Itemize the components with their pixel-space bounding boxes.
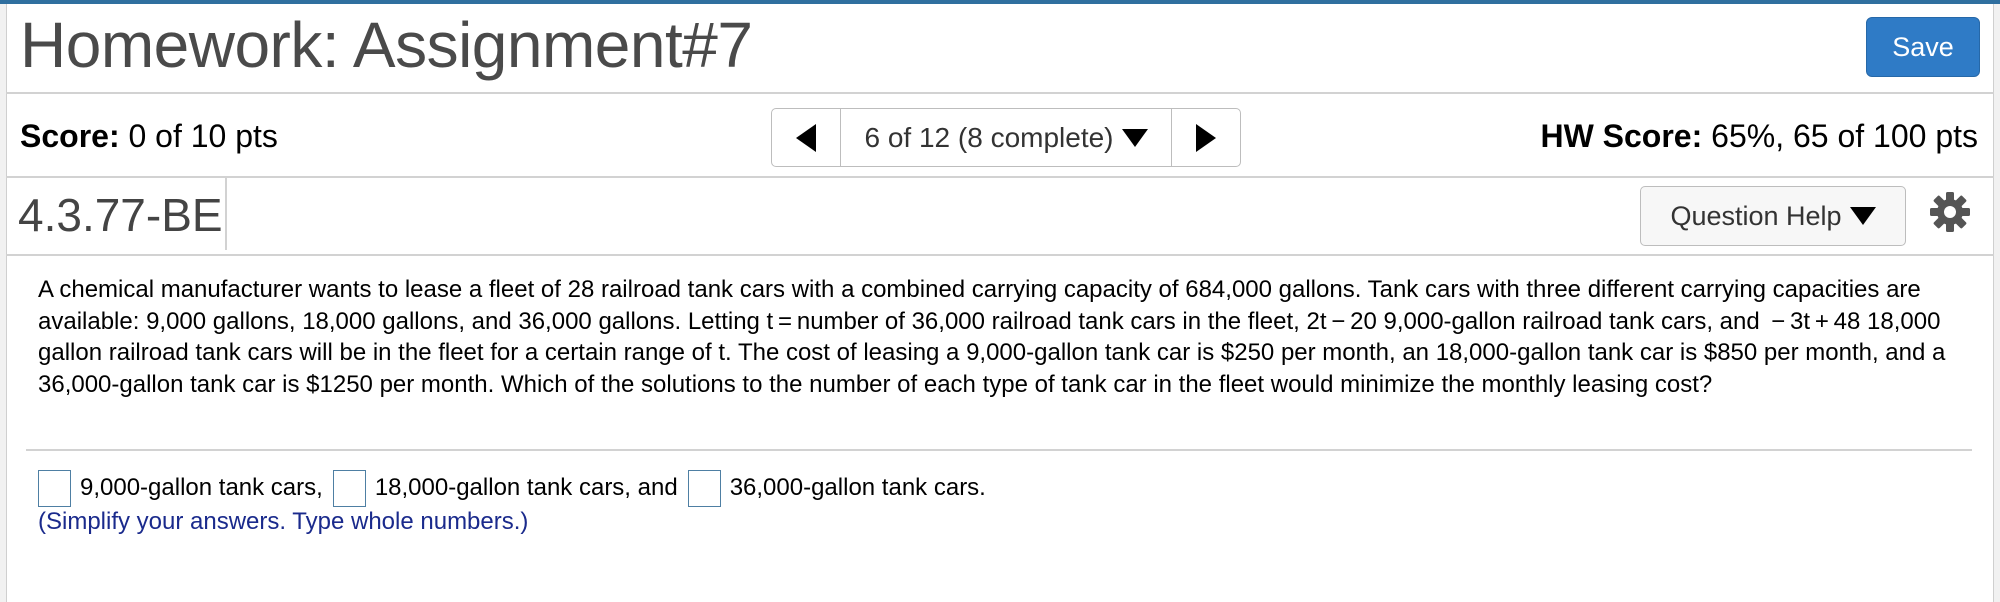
hw-score-label: HW Score: <box>1540 118 1703 154</box>
next-question-button[interactable] <box>1171 109 1240 166</box>
answer-instructions: (Simplify your answers. Type whole numbe… <box>38 508 529 535</box>
question-position: 6 of 12 (8 complete) <box>864 121 1114 153</box>
question-help-label: Question Help <box>1670 200 1842 231</box>
hw-score: HW Score: 65%, 65 of 100 pts <box>1540 118 1978 155</box>
score-value: 0 of 10 pts <box>119 118 278 154</box>
answer-input-36000[interactable] <box>687 469 721 507</box>
answer-input-18000[interactable] <box>332 469 366 507</box>
divider <box>26 449 1972 451</box>
gear-icon[interactable] <box>1928 190 1972 234</box>
question-help-button[interactable]: Question Help <box>1640 186 1906 246</box>
save-button[interactable]: Save <box>1866 17 1980 77</box>
answer-label-9000: 9,000-gallon tank cars, <box>80 474 323 501</box>
answer-label-18000: 18,000-gallon tank cars, and <box>374 474 678 501</box>
right-edge-bar <box>1993 4 2000 602</box>
caret-left-icon <box>796 123 816 152</box>
question-position-dropdown[interactable]: 6 of 12 (8 complete) <box>841 109 1171 166</box>
divider <box>6 92 1994 94</box>
score-label: Score: <box>20 118 120 154</box>
caret-down-icon <box>1849 207 1876 225</box>
top-accent-bar <box>0 0 2000 4</box>
answer-row: 9,000-gallon tank cars, 18,000-gallon ta… <box>38 468 986 508</box>
question-navigator: 6 of 12 (8 complete) <box>771 108 1241 167</box>
score: Score: 0 of 10 pts <box>20 118 278 155</box>
hw-score-value: 65%, 65 of 100 pts <box>1702 118 1978 154</box>
question-id-separator <box>225 178 227 250</box>
page-title: Homework: Assignment#7 <box>20 9 753 81</box>
divider <box>6 176 1994 178</box>
answer-input-9000[interactable] <box>38 469 71 507</box>
divider <box>6 254 1994 256</box>
previous-question-button[interactable] <box>772 109 841 166</box>
caret-down-icon <box>1121 128 1148 147</box>
question-text: A chemical manufacturer wants to lease a… <box>38 276 1946 398</box>
question-id: 4.3.77-BE <box>18 189 223 241</box>
answer-label-36000: 36,000-gallon tank cars. <box>729 474 986 501</box>
caret-right-icon <box>1196 123 1216 152</box>
